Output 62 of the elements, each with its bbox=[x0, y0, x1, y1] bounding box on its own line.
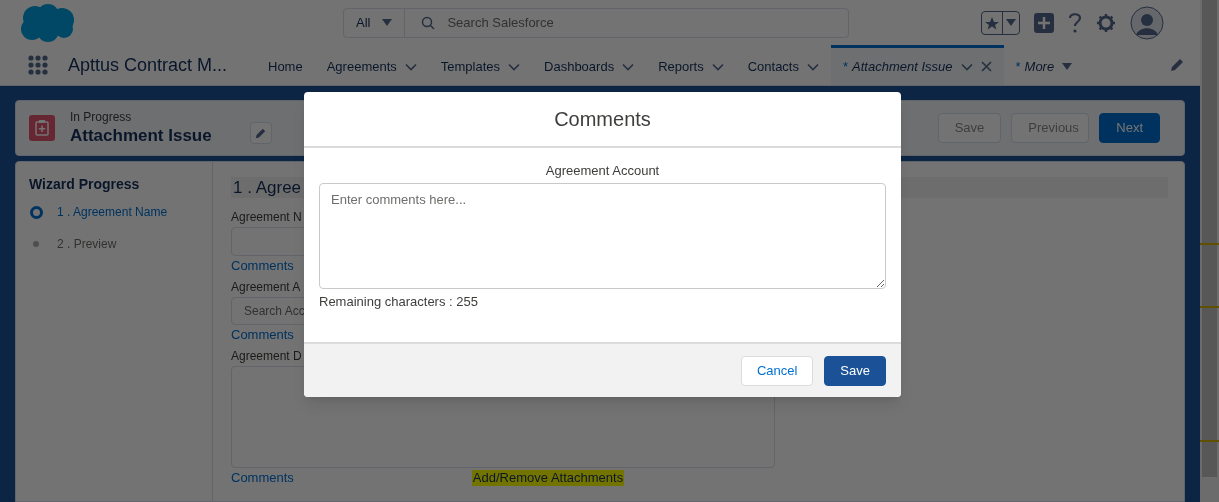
scope-label[interactable]: All bbox=[356, 12, 371, 33]
tab-label: Reports bbox=[658, 57, 704, 76]
tab-label: Dashboards bbox=[544, 57, 615, 76]
chevron-down-icon bbox=[622, 62, 635, 71]
tab-label: Home bbox=[268, 57, 303, 76]
search-icon bbox=[421, 15, 436, 30]
record-title: Attachment Issue bbox=[70, 124, 212, 147]
comments-link[interactable]: Comments bbox=[231, 468, 294, 488]
close-icon[interactable] bbox=[980, 61, 992, 72]
app-name: Apttus Contract M... bbox=[68, 53, 229, 77]
nav-tab[interactable]: Templates bbox=[428, 45, 533, 85]
caret-down-icon bbox=[1062, 63, 1073, 70]
cancel-button[interactable]: Cancel bbox=[740, 355, 814, 386]
chevron-down-icon bbox=[807, 62, 819, 71]
edit-button[interactable] bbox=[249, 122, 272, 144]
wizard-title: Wizard Progress bbox=[29, 175, 141, 194]
chevron-down-icon bbox=[711, 62, 724, 71]
section-title: 1 . Agree bbox=[233, 176, 303, 199]
comments-link[interactable]: Comments bbox=[231, 325, 294, 345]
tab-label: * More bbox=[1015, 57, 1055, 76]
settings-icon[interactable] bbox=[1096, 12, 1116, 33]
nav-tab[interactable]: Contacts bbox=[735, 45, 831, 85]
dialog-title: Comments bbox=[554, 107, 651, 132]
avatar-icon[interactable] bbox=[1130, 5, 1164, 40]
plus-icon[interactable] bbox=[1034, 12, 1054, 33]
remaining-characters: Remaining characters : 255 bbox=[319, 292, 479, 311]
record-type-icon bbox=[29, 115, 55, 141]
chevron-down-icon bbox=[404, 62, 417, 71]
cloud-logo bbox=[20, 3, 76, 42]
field-label: Agreement Account bbox=[545, 162, 660, 180]
save-button[interactable]: Save bbox=[824, 355, 886, 386]
caret-down-icon bbox=[382, 19, 393, 26]
comments-link[interactable]: Comments bbox=[231, 256, 294, 276]
nav-tab[interactable]: Agreements bbox=[314, 45, 429, 85]
field-label: Agreement D bbox=[231, 348, 303, 364]
pencil-icon[interactable] bbox=[1170, 58, 1184, 72]
nav-tab[interactable]: * More bbox=[1003, 45, 1085, 85]
tab-label: * Attachment Issue bbox=[843, 57, 953, 76]
attachments-link[interactable]: Add/Remove Attachments bbox=[471, 470, 625, 486]
tab-label: Contacts bbox=[747, 57, 799, 76]
next-button[interactable]: Next bbox=[1099, 113, 1160, 143]
chevron-down-icon bbox=[960, 62, 973, 71]
step-link[interactable]: 1 . Agreement Name bbox=[57, 203, 168, 221]
favorites-button[interactable] bbox=[981, 10, 1020, 35]
chevron-down-icon bbox=[508, 62, 521, 71]
search-bar[interactable]: All Search Salesforce bbox=[343, 7, 849, 38]
nav-tab[interactable]: * Attachment Issue bbox=[831, 45, 1004, 85]
app-launcher-icon[interactable] bbox=[28, 55, 48, 75]
search-placeholder: Search Salesforce bbox=[447, 13, 554, 32]
help-icon[interactable] bbox=[1068, 11, 1082, 34]
step-link[interactable]: 2 . Preview bbox=[57, 235, 117, 253]
field-label: Agreement N bbox=[231, 209, 303, 225]
caret-down-icon bbox=[1006, 19, 1016, 26]
pencil-icon bbox=[255, 127, 267, 139]
tab-label: Agreements bbox=[326, 57, 397, 76]
comments-field[interactable]: Enter comments here... bbox=[319, 182, 886, 289]
nav-tab[interactable]: Dashboards bbox=[532, 45, 647, 85]
nav-tab[interactable]: Home bbox=[256, 45, 315, 85]
nav-tab[interactable]: Reports bbox=[646, 45, 736, 85]
record-status: In Progress bbox=[70, 109, 133, 125]
field-label: Agreement A bbox=[231, 279, 302, 295]
tab-label: Templates bbox=[440, 57, 501, 76]
